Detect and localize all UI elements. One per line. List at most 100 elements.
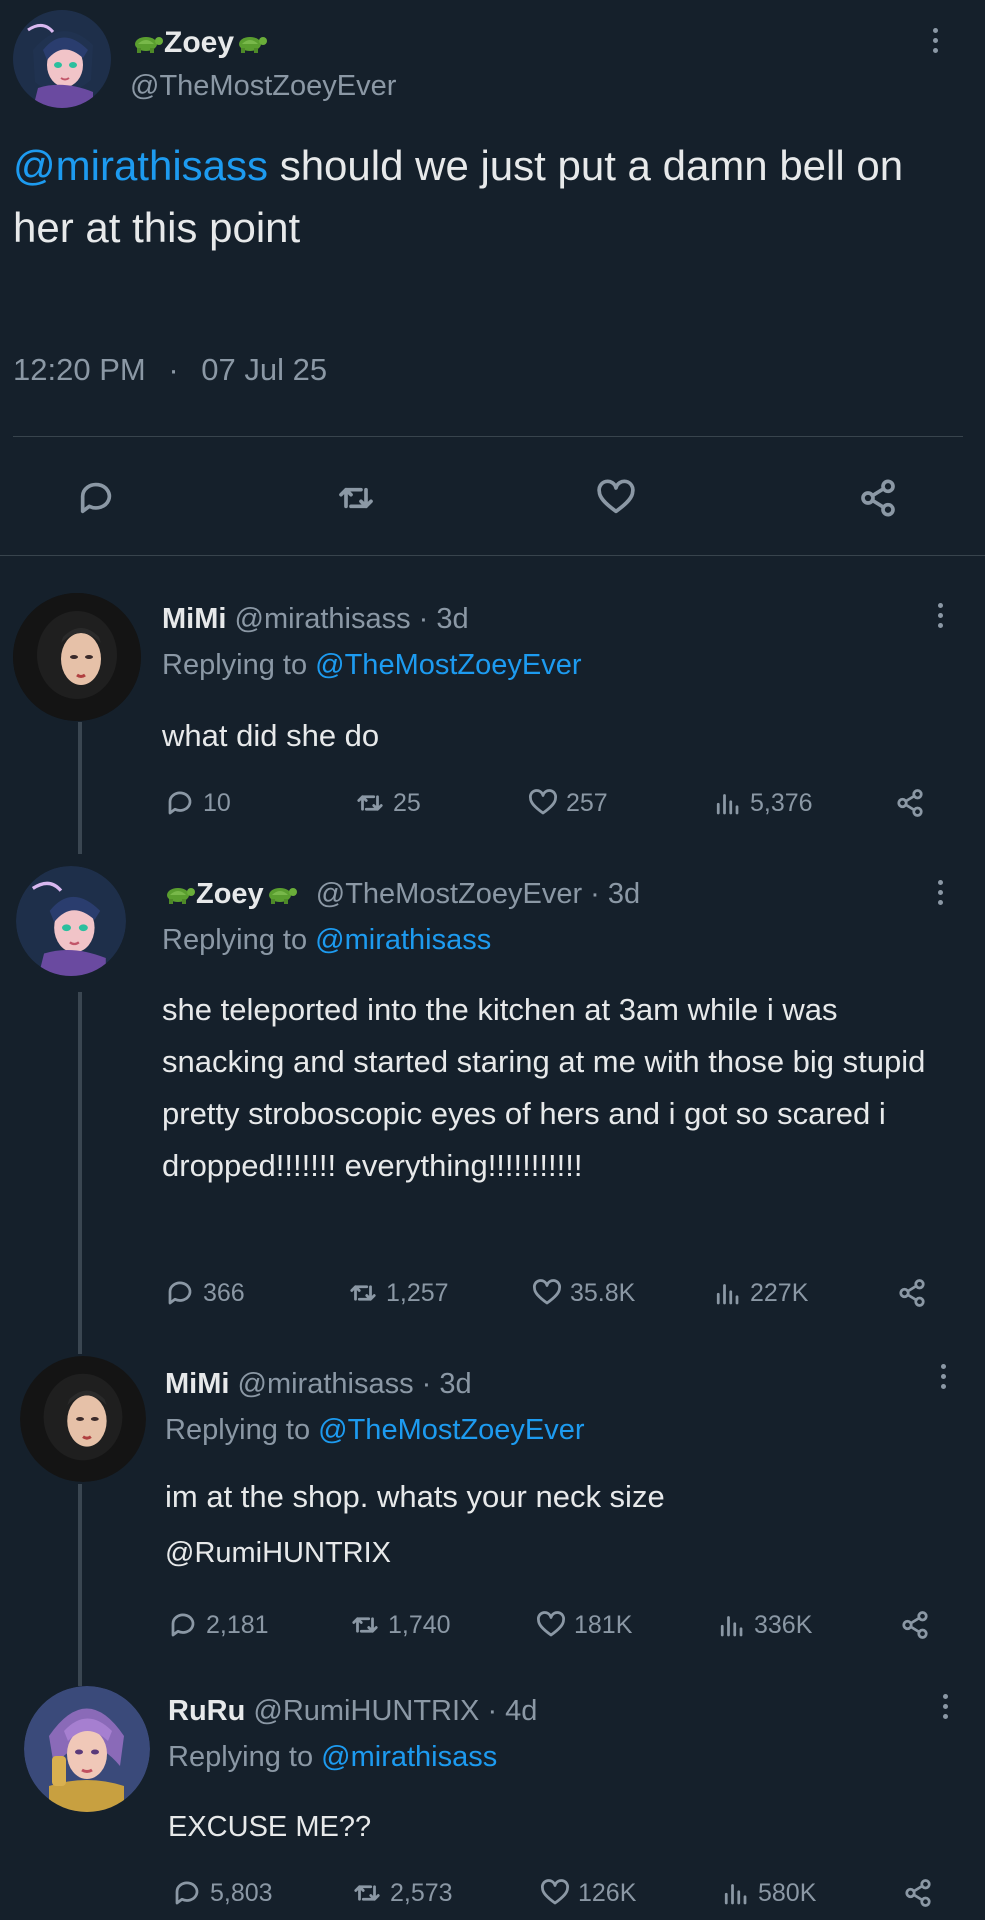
retweet-icon — [348, 1278, 378, 1308]
view-count-value: 227K — [750, 1278, 809, 1307]
reply-text: EXCUSE ME?? — [168, 1811, 372, 1843]
retweet-count[interactable]: 1,740 — [350, 1610, 451, 1640]
retweet-count-value: 25 — [393, 788, 421, 817]
retweet-count[interactable]: 1,257 — [348, 1278, 449, 1308]
reply-count-value: 10 — [203, 788, 231, 817]
reply-count[interactable]: 10 — [165, 788, 231, 818]
user-handle[interactable]: @TheMostZoeyEver — [130, 70, 396, 103]
retweet-count-value: 2,573 — [390, 1878, 453, 1907]
view-count-value: 5,376 — [750, 788, 813, 817]
view-count-value: 580K — [758, 1878, 817, 1907]
reply-age: · 3d — [418, 603, 469, 635]
like-count-value: 126K — [578, 1878, 637, 1907]
retweet-count-value: 1,740 — [388, 1610, 451, 1639]
thread-line — [78, 1484, 82, 1686]
reply-name[interactable]: Zoey — [162, 878, 298, 910]
reply-count-value: 5,803 — [210, 1878, 273, 1907]
avatar[interactable] — [24, 1686, 150, 1812]
separator: · — [168, 352, 179, 387]
like-icon — [536, 1610, 566, 1640]
avatar[interactable] — [13, 10, 111, 108]
like-icon — [528, 788, 558, 818]
divider — [0, 555, 985, 556]
reply-count[interactable]: 2,181 — [168, 1610, 269, 1640]
reply-text: what did she do — [162, 718, 380, 753]
turtle-emoji-icon — [264, 883, 298, 905]
views-icon — [720, 1878, 750, 1908]
thread-line — [78, 992, 82, 1354]
like-count[interactable]: 126K — [540, 1878, 636, 1908]
display-name-text: Zoey — [164, 26, 235, 59]
reply-icon[interactable] — [76, 478, 116, 518]
share-icon[interactable] — [895, 788, 925, 818]
reply-icon — [165, 1278, 195, 1308]
like-icon[interactable] — [596, 478, 636, 518]
reply-name[interactable]: MiMi — [165, 1368, 229, 1400]
share-icon[interactable] — [858, 478, 898, 518]
reply-icon — [172, 1878, 202, 1908]
replying-to-link[interactable]: @TheMostZoeyEver — [315, 649, 581, 681]
divider — [13, 436, 963, 437]
more-vertical-icon[interactable] — [940, 1694, 950, 1719]
like-count[interactable]: 35.8K — [532, 1278, 635, 1308]
like-count-value: 181K — [574, 1610, 633, 1639]
view-count[interactable]: 227K — [712, 1278, 808, 1308]
reply-age: · 3d — [421, 1368, 472, 1400]
avatar[interactable] — [13, 593, 141, 721]
replying-prefix: Replying to — [168, 1741, 314, 1773]
like-count[interactable]: 257 — [528, 788, 608, 818]
retweet-icon[interactable] — [336, 478, 376, 518]
reply-handle[interactable]: @TheMostZoeyEver — [316, 878, 582, 910]
thread-line — [78, 722, 82, 854]
reply-header: Zoey @TheMostZoeyEver · 3d — [162, 878, 640, 911]
views-icon — [712, 788, 742, 818]
views-icon — [712, 1278, 742, 1308]
reply-count-value: 2,181 — [206, 1610, 269, 1639]
view-count[interactable]: 5,376 — [712, 788, 813, 818]
retweet-count[interactable]: 25 — [355, 788, 421, 818]
retweet-count[interactable]: 2,573 — [352, 1878, 453, 1908]
turtle-emoji-icon — [130, 32, 164, 54]
share-icon[interactable] — [903, 1878, 933, 1908]
reply-handle[interactable]: @mirathisass — [238, 1368, 414, 1400]
reply-count[interactable]: 366 — [165, 1278, 245, 1308]
replying-to: Replying to @mirathisass — [162, 924, 491, 957]
avatar[interactable] — [16, 866, 126, 976]
reply-icon — [165, 788, 195, 818]
like-count-value: 257 — [566, 788, 608, 817]
replying-prefix: Replying to — [162, 924, 308, 956]
reply-age: · 4d — [487, 1695, 538, 1727]
avatar[interactable] — [20, 1356, 146, 1482]
more-vertical-icon[interactable] — [935, 880, 945, 905]
retweet-count-value: 1,257 — [386, 1278, 449, 1307]
replying-prefix: Replying to — [162, 649, 308, 681]
view-count[interactable]: 336K — [716, 1610, 812, 1640]
reply-header: MiMi @mirathisass · 3d — [162, 603, 469, 636]
views-icon — [716, 1610, 746, 1640]
mention-link[interactable]: @RumiHUNTRIX — [165, 1530, 391, 1576]
replying-to: Replying to @mirathisass — [168, 1741, 497, 1774]
reply-handle[interactable]: @mirathisass — [235, 603, 411, 635]
reply-name[interactable]: RuRu — [168, 1695, 245, 1727]
share-icon[interactable] — [900, 1610, 930, 1640]
replying-to-link[interactable]: @mirathisass — [315, 924, 491, 956]
reply-handle[interactable]: @RumiHUNTRIX — [253, 1695, 479, 1727]
retweet-icon — [350, 1610, 380, 1640]
replying-to: Replying to @TheMostZoeyEver — [165, 1414, 585, 1447]
replying-to-link[interactable]: @TheMostZoeyEver — [318, 1414, 584, 1446]
view-count[interactable]: 580K — [720, 1878, 816, 1908]
like-count[interactable]: 181K — [536, 1610, 632, 1640]
like-count-value: 35.8K — [570, 1278, 636, 1307]
turtle-emoji-icon — [162, 883, 196, 905]
more-vertical-icon[interactable] — [930, 28, 940, 53]
share-icon[interactable] — [897, 1278, 927, 1308]
replying-to: Replying to @TheMostZoeyEver — [162, 649, 582, 682]
reply-name[interactable]: MiMi — [162, 603, 226, 635]
more-vertical-icon[interactable] — [935, 603, 945, 628]
mention-link[interactable]: @mirathisass — [13, 142, 268, 189]
replying-to-link[interactable]: @mirathisass — [321, 1741, 497, 1773]
reply-count-value: 366 — [203, 1278, 245, 1307]
reply-count[interactable]: 5,803 — [172, 1878, 273, 1908]
more-vertical-icon[interactable] — [938, 1364, 948, 1389]
display-name[interactable]: Zoey — [130, 26, 268, 60]
